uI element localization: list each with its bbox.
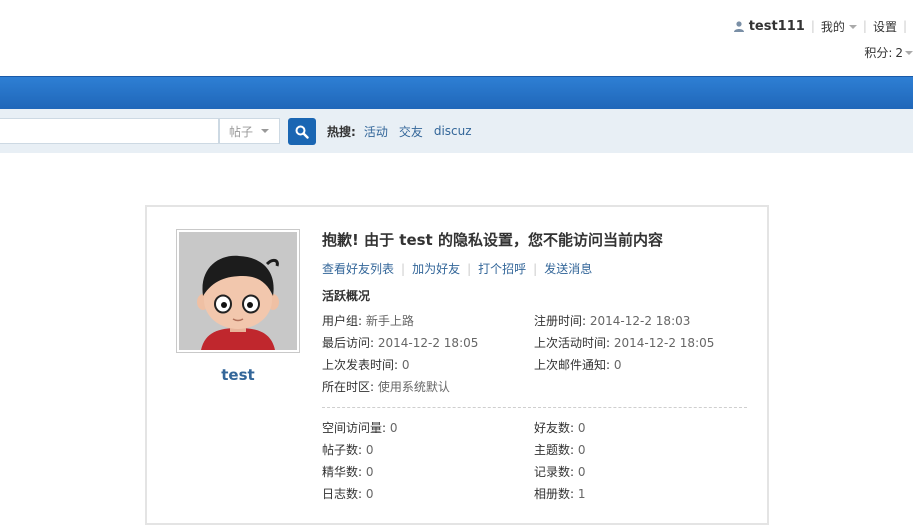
stat-label: 帖子数: xyxy=(322,443,363,457)
separator: | xyxy=(902,19,907,33)
hot-search-label: 热搜: xyxy=(327,124,356,139)
stat-item: 所在时区: 使用系统默认 xyxy=(322,380,450,394)
user-menu: test111 | 我的 | 设置 | xyxy=(733,17,913,35)
stat-value: 1 xyxy=(577,487,586,501)
stat-label: 精华数: xyxy=(322,465,363,479)
stat-label: 空间访问量: xyxy=(322,421,387,435)
chevron-down-icon xyxy=(848,25,857,29)
top-bar: test111 | 我的 | 设置 | 积分: 2 xyxy=(0,0,913,76)
stat-label: 用户组: xyxy=(322,314,363,328)
stat-value: 2014-12-2 18:05 xyxy=(613,336,715,350)
stat-item: 记录数: 0 xyxy=(534,461,586,483)
stat-item: 日志数: 0 xyxy=(322,487,374,501)
hot-search-link[interactable]: 活动 xyxy=(364,123,388,140)
hot-search-link[interactable]: 交友 xyxy=(399,123,423,140)
stat-label: 相册数: xyxy=(534,487,575,501)
stat-row: 精华数: 0 记录数: 0 xyxy=(322,461,747,483)
stat-value: 0 xyxy=(613,358,622,372)
stat-label: 注册时间: xyxy=(534,314,587,328)
my-menu-button[interactable]: 我的 xyxy=(821,18,857,35)
send-message-link[interactable]: 发送消息 xyxy=(544,262,592,276)
stat-value: 0 xyxy=(577,465,586,479)
separator: | xyxy=(401,262,406,276)
view-friends-link[interactable]: 查看好友列表 xyxy=(322,262,394,276)
stat-value: 0 xyxy=(365,487,374,501)
divider xyxy=(322,407,747,408)
stat-value: 0 xyxy=(365,465,374,479)
search-type-select[interactable]: 帖子 xyxy=(219,118,280,144)
search-type-label: 帖子 xyxy=(229,124,254,139)
search-icon xyxy=(295,125,309,139)
stat-value: 2014-12-2 18:03 xyxy=(589,314,691,328)
stat-row: 空间访问量: 0 好友数: 0 xyxy=(322,417,747,439)
stat-row: 所在时区: 使用系统默认 xyxy=(322,376,747,398)
stat-label: 日志数: xyxy=(322,487,363,501)
stat-value: 0 xyxy=(401,358,410,372)
stat-label: 所在时区: xyxy=(322,380,375,394)
stat-item: 上次邮件通知: 0 xyxy=(534,354,622,376)
activity-section-title: 活跃概况 xyxy=(322,289,371,303)
stat-value: 0 xyxy=(577,421,586,435)
stat-item: 上次发表时间: 0 xyxy=(322,358,410,372)
search-bar: 帖子 热搜: 活动 交友 discuz xyxy=(0,109,913,153)
stat-row: 最后访问: 2014-12-2 18:05 上次活动时间: 2014-12-2 … xyxy=(322,332,747,354)
search-input[interactable] xyxy=(0,118,219,144)
stat-item: 上次活动时间: 2014-12-2 18:05 xyxy=(534,332,714,354)
avatar[interactable] xyxy=(176,229,300,353)
my-menu-label: 我的 xyxy=(820,19,845,34)
stat-value: 使用系统默认 xyxy=(377,380,450,394)
stat-value: 新手上路 xyxy=(365,314,414,328)
stat-item: 用户组: 新手上路 xyxy=(322,314,414,328)
separator: | xyxy=(467,262,472,276)
add-friend-link[interactable]: 加为好友 xyxy=(412,262,460,276)
chevron-down-icon xyxy=(905,50,913,55)
profile-info: 抱歉! 由于 test 的隐私设置，您不能访问当前内容 查看好友列表 | 加为好友 |… xyxy=(322,229,747,505)
stat-label: 上次活动时间: xyxy=(534,336,611,350)
chevron-down-icon xyxy=(261,129,270,133)
say-hello-link[interactable]: 打个招呼 xyxy=(478,262,526,276)
stat-item: 注册时间: 2014-12-2 18:03 xyxy=(534,310,690,332)
stat-item: 精华数: 0 xyxy=(322,465,374,479)
stat-row: 帖子数: 0 主题数: 0 xyxy=(322,439,747,461)
stat-label: 记录数: xyxy=(534,465,575,479)
main-nav-bar xyxy=(0,76,913,110)
activity-stats: 用户组: 新手上路 注册时间: 2014-12-2 18:03 最后访问: 20… xyxy=(322,310,747,505)
privacy-notice: 抱歉! 由于 test 的隐私设置，您不能访问当前内容 xyxy=(322,231,663,249)
stat-item: 帖子数: 0 xyxy=(322,443,374,457)
separator: | xyxy=(533,262,538,276)
stat-item: 相册数: 1 xyxy=(534,483,586,505)
stat-value: 0 xyxy=(365,443,374,457)
credits-label: 积分: xyxy=(864,46,893,60)
stat-item: 空间访问量: 0 xyxy=(322,421,398,435)
username-link[interactable]: test111 xyxy=(749,19,805,34)
stat-label: 上次发表时间: xyxy=(322,358,399,372)
stat-item: 最后访问: 2014-12-2 18:05 xyxy=(322,336,478,350)
separator: | xyxy=(862,19,867,33)
stat-item: 主题数: 0 xyxy=(534,439,586,461)
search-button[interactable] xyxy=(288,118,316,145)
profile-card: test 抱歉! 由于 test 的隐私设置，您不能访问当前内容 查看好友列表 |… xyxy=(145,205,769,525)
stat-label: 好友数: xyxy=(534,421,575,435)
hot-search: 热搜: 活动 交友 discuz xyxy=(327,109,483,153)
stat-value: 0 xyxy=(577,443,586,457)
profile-username[interactable]: test xyxy=(176,366,300,384)
avatar-image xyxy=(179,232,297,350)
stat-item: 好友数: 0 xyxy=(534,417,586,439)
stat-label: 主题数: xyxy=(534,443,575,457)
hot-search-link[interactable]: discuz xyxy=(434,124,472,138)
credits-value: 2 xyxy=(895,45,903,60)
stat-value: 0 xyxy=(389,421,398,435)
stat-row: 上次发表时间: 0 上次邮件通知: 0 xyxy=(322,354,747,376)
settings-link[interactable]: 设置 xyxy=(873,18,897,35)
stat-label: 上次邮件通知: xyxy=(534,358,611,372)
stat-row: 日志数: 0 相册数: 1 xyxy=(322,483,747,505)
separator: | xyxy=(810,19,815,33)
stat-value: 2014-12-2 18:05 xyxy=(377,336,479,350)
user-icon xyxy=(733,20,745,32)
stat-label: 最后访问: xyxy=(322,336,375,350)
profile-actions: 查看好友列表 | 加为好友 | 打个招呼 | 发送消息 xyxy=(322,260,747,278)
stat-row: 用户组: 新手上路 注册时间: 2014-12-2 18:03 xyxy=(322,310,747,332)
credits[interactable]: 积分: 2 xyxy=(864,44,913,61)
